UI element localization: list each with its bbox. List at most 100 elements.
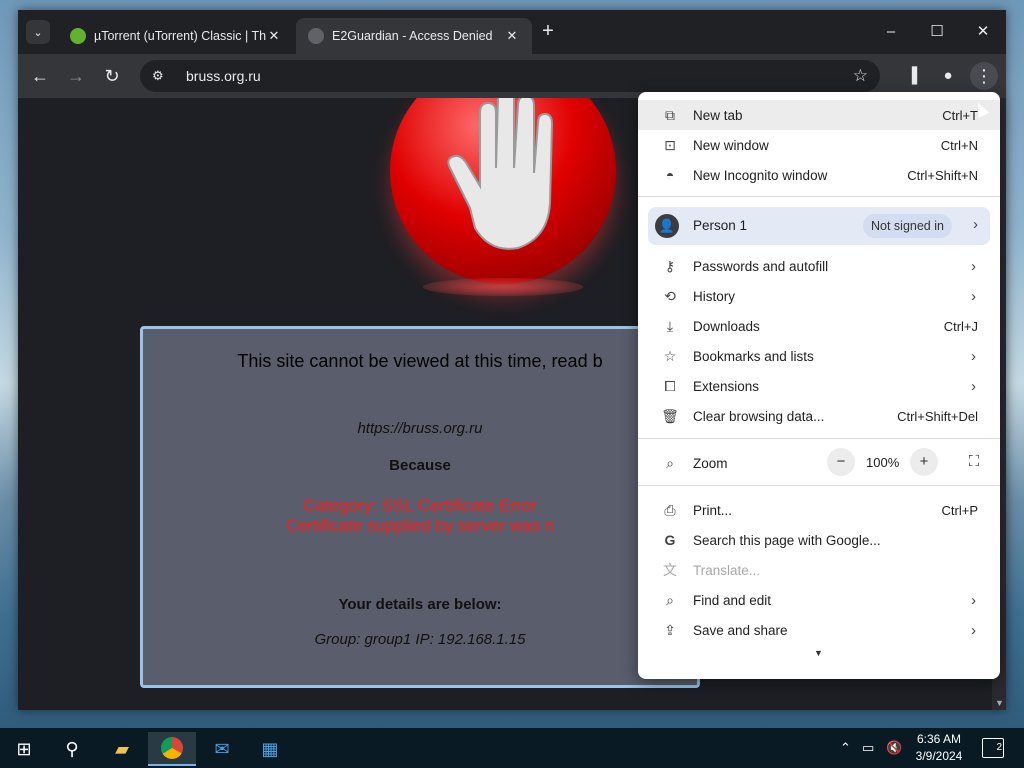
chevron-right-icon: › xyxy=(971,347,976,365)
menu-item-find-edit[interactable]: ⌕ Find and edit › xyxy=(638,585,1000,615)
profile-button[interactable]: ● xyxy=(934,62,962,90)
menu-item-new-window[interactable]: ⊡ New window Ctrl+N xyxy=(638,130,1000,160)
search-button[interactable]: ⚲ xyxy=(48,732,96,766)
sign-in-status-badge: Not signed in xyxy=(863,214,952,238)
clock[interactable]: 6:36 AM 3/9/2024 xyxy=(906,731,972,765)
printer-icon: ⎙ xyxy=(664,501,676,518)
menu-item-incognito[interactable]: ◓ New Incognito window Ctrl+Shift+N xyxy=(638,160,1000,190)
notification-center-button[interactable]: 2 xyxy=(982,738,1004,758)
star-icon: ☆ xyxy=(663,347,677,364)
menu-item-bookmarks[interactable]: ☆ Bookmarks and lists › xyxy=(638,341,1000,371)
forward-arrow-icon: → xyxy=(67,66,85,86)
new-tab-icon: ⧉ xyxy=(665,106,675,123)
new-tab-button[interactable]: + xyxy=(538,21,558,42)
translate-icon: 文 xyxy=(663,562,677,578)
menu-item-person[interactable]: 👤 Person 1 Not signed in › xyxy=(648,207,990,245)
close-icon[interactable]: ✕ xyxy=(266,28,282,44)
google-icon: G xyxy=(664,532,676,548)
star-icon[interactable]: ☆ xyxy=(853,66,868,86)
clock-date: 3/9/2024 xyxy=(915,749,963,763)
fullscreen-button[interactable]: ⛶ xyxy=(960,448,988,476)
network-icon[interactable]: ▭ xyxy=(862,740,874,756)
back-arrow-icon: ← xyxy=(31,66,49,86)
scroll-down-icon[interactable]: ▼ xyxy=(995,698,1004,708)
group-ip-line: Group: group1 IP: 192.168.1.15 xyxy=(314,631,526,648)
close-window-button[interactable]: ✕ xyxy=(960,18,1006,46)
windows-logo-icon: ⊞ xyxy=(16,738,32,759)
file-explorer-button[interactable]: ▰ xyxy=(98,732,146,766)
download-icon: ⤓ xyxy=(666,317,674,334)
menu-item-passwords[interactable]: ⚷ Passwords and autofill › xyxy=(638,251,1000,281)
zoom-out-button[interactable]: − xyxy=(827,448,855,476)
tune-icon[interactable]: ⚙ xyxy=(152,68,172,84)
menu-item-search-page[interactable]: G Search this page with Google... xyxy=(638,525,1000,555)
puzzle-icon: ⧠ xyxy=(664,377,676,394)
close-icon[interactable]: ✕ xyxy=(504,28,520,44)
menu-item-save-share[interactable]: ⇪ Save and share › xyxy=(638,615,1000,645)
details-heading: Your details are below: xyxy=(338,596,502,613)
zoom-icon: ⌕ xyxy=(666,454,674,471)
chevron-right-icon: › xyxy=(973,216,978,233)
access-denied-panel: This site cannot be viewed at this time,… xyxy=(140,326,700,688)
category-line: Category: SSL Certificate Error xyxy=(303,496,537,515)
desktop-fragment xyxy=(0,120,18,180)
mail-button[interactable]: ✉ xyxy=(198,732,246,766)
profile-icon: ● xyxy=(943,67,953,84)
incognito-icon: ◓ xyxy=(665,167,675,183)
tab-search-button[interactable]: ⌄ xyxy=(26,20,50,44)
menu-item-print[interactable]: ⎙ Print... Ctrl+P xyxy=(638,495,1000,525)
zoom-level: 100% xyxy=(866,455,900,470)
side-panel-button[interactable]: ▐ xyxy=(898,62,926,90)
menu-item-label: Translate... xyxy=(693,562,761,578)
chevron-right-icon: › xyxy=(971,287,976,305)
menu-divider xyxy=(638,438,1000,439)
fullscreen-icon: ⛶ xyxy=(968,453,980,470)
menu-item-label: New tab xyxy=(693,107,743,123)
key-icon: ⚷ xyxy=(664,257,676,274)
menu-scroll-more-icon[interactable]: ▼ xyxy=(814,648,823,658)
chrome-taskbar-button[interactable] xyxy=(148,732,196,766)
menu-item-shortcut: Ctrl+Shift+Del xyxy=(897,408,978,424)
menu-item-label: Save and share xyxy=(693,622,788,638)
tab-strip: ⌄ µTorrent (uTorrent) Classic | The ✕ E2… xyxy=(18,10,1006,54)
address-bar[interactable]: ⚙ bruss.org.ru ☆ xyxy=(140,60,880,92)
back-button[interactable]: ← xyxy=(26,62,54,90)
menu-button[interactable]: ⋮ xyxy=(970,62,998,90)
side-panel-icon: ▐ xyxy=(906,67,918,84)
menu-item-new-tab[interactable]: ⧉ New tab Ctrl+T xyxy=(638,100,1000,130)
clock-time: 6:36 AM xyxy=(916,732,962,746)
menu-item-label: Bookmarks and lists xyxy=(693,348,814,364)
menu-item-label: Clear browsing data... xyxy=(693,408,825,424)
menu-item-history[interactable]: ⟲ History › xyxy=(638,281,1000,311)
menu-item-translate[interactable]: 文 Translate... xyxy=(638,555,1000,585)
chevron-right-icon: › xyxy=(971,257,976,275)
minimize-button[interactable]: – xyxy=(868,18,914,46)
menu-item-label: New window xyxy=(693,137,769,153)
menu-item-label: Search this page with Google... xyxy=(693,532,881,548)
mail-icon: ✉ xyxy=(214,738,230,759)
hand-glow xyxy=(423,278,583,296)
store-button[interactable]: ▦ xyxy=(246,732,294,766)
store-icon: ▦ xyxy=(261,738,279,759)
notification-count: 2 xyxy=(996,742,1002,753)
person-name: Person 1 xyxy=(693,218,748,233)
menu-item-downloads[interactable]: ⤓ Downloads Ctrl+J xyxy=(638,311,1000,341)
forward-button[interactable]: → xyxy=(62,62,90,90)
menu-item-clear-data[interactable]: 🗑 Clear browsing data... Ctrl+Shift+Del xyxy=(638,401,1000,431)
volume-muted-icon[interactable]: 🔇 xyxy=(886,740,902,756)
chevron-right-icon: › xyxy=(971,621,976,639)
kebab-menu-icon: ⋮ xyxy=(975,66,993,86)
start-button[interactable]: ⊞ xyxy=(0,732,48,766)
reload-button[interactable]: ↻ xyxy=(98,62,126,90)
find-icon: ⌕ xyxy=(666,591,674,608)
menu-item-label: Passwords and autofill xyxy=(693,258,829,274)
menu-item-extensions[interactable]: ⧠ Extensions › xyxy=(638,371,1000,401)
reload-icon: ↻ xyxy=(104,66,120,86)
globe-favicon-icon xyxy=(308,28,324,44)
tab-e2guardian[interactable]: E2Guardian - Access Denied ✕ xyxy=(296,18,532,54)
maximize-button[interactable]: ☐ xyxy=(914,18,960,46)
chevron-up-icon[interactable]: ⌃ xyxy=(840,740,851,756)
zoom-in-button[interactable]: + xyxy=(910,448,938,476)
tab-utorrent[interactable]: µTorrent (uTorrent) Classic | The ✕ xyxy=(58,18,294,54)
menu-item-label: Find and edit xyxy=(693,592,772,608)
